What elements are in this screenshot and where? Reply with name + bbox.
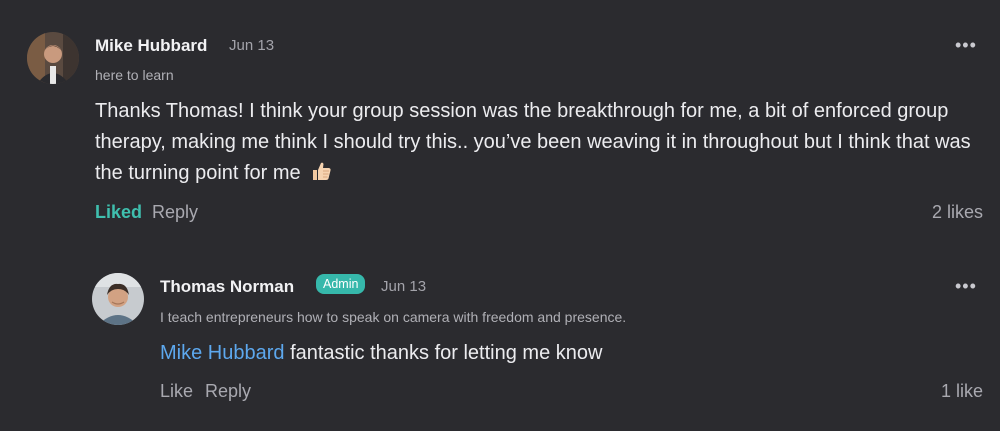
- avatar[interactable]: [27, 32, 79, 84]
- reply-button[interactable]: Reply: [152, 202, 198, 223]
- comment-body: Mike Hubbard fantastic thanks for lettin…: [160, 338, 960, 369]
- like-button[interactable]: Like: [160, 381, 193, 402]
- reply-button[interactable]: Reply: [205, 381, 251, 402]
- comment-body: Thanks Thomas! I think your group sessio…: [95, 96, 975, 192]
- author-name[interactable]: Thomas Norman: [160, 277, 294, 297]
- admin-badge: Admin: [316, 274, 366, 294]
- more-options-icon[interactable]: •••: [955, 36, 977, 54]
- comment-text: Thanks Thomas! I think your group sessio…: [95, 100, 971, 184]
- reply-comment: Thomas Norman Admin Jun 13 I teach entre…: [0, 240, 1000, 431]
- mention-link[interactable]: Mike Hubbard: [160, 342, 285, 364]
- like-count[interactable]: 2 likes: [932, 202, 983, 223]
- author-bio: I teach entrepreneurs how to speak on ca…: [160, 309, 627, 325]
- more-options-icon[interactable]: •••: [955, 277, 977, 295]
- author-bio: here to learn: [95, 67, 174, 83]
- avatar[interactable]: [92, 273, 144, 325]
- like-count[interactable]: 1 like: [941, 381, 983, 402]
- liked-button[interactable]: Liked: [95, 202, 142, 223]
- thumbs-up-icon: [310, 160, 332, 192]
- comment-date: Jun 13: [381, 278, 427, 295]
- comment-text: fantastic thanks for letting me know: [284, 342, 603, 364]
- comment-date: Jun 13: [229, 37, 275, 54]
- comment: Mike Hubbard Jun 13 here to learn ••• Th…: [0, 0, 1000, 240]
- author-name[interactable]: Mike Hubbard: [95, 36, 207, 56]
